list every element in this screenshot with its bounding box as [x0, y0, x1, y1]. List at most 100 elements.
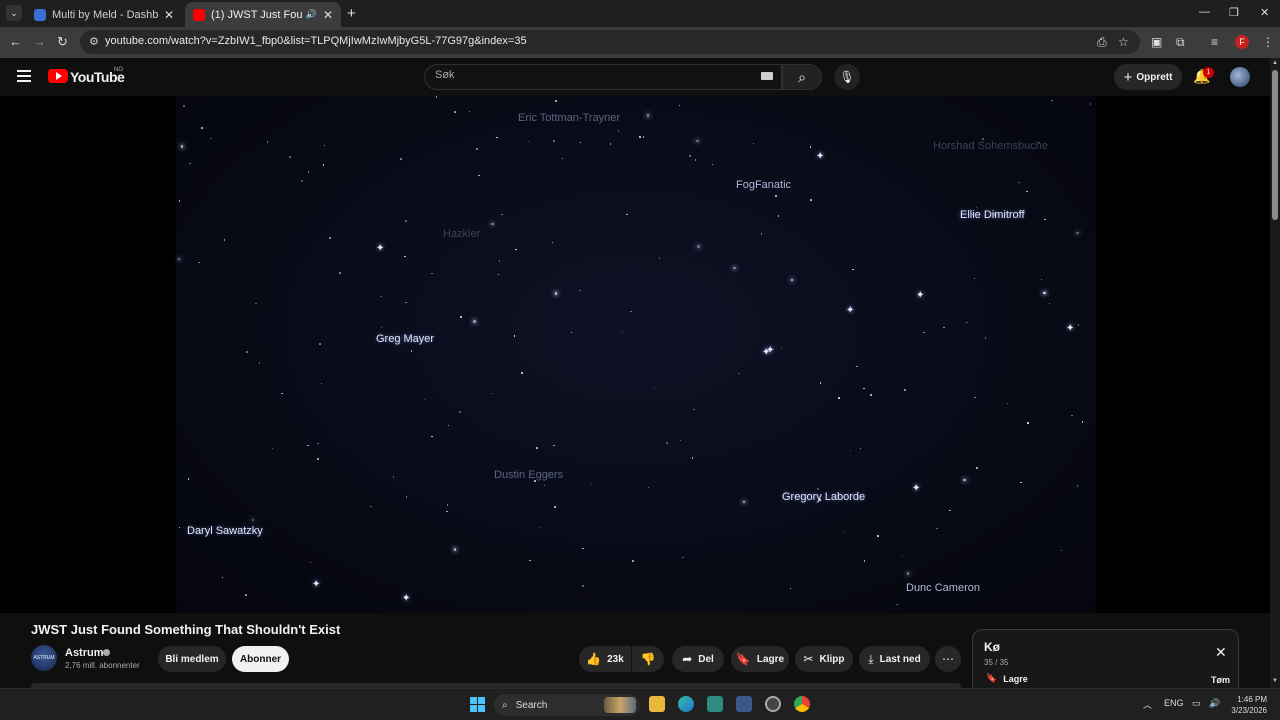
star — [1040, 278, 1043, 281]
clock-date: 3/23/2026 — [1231, 706, 1267, 715]
taskbar-search[interactable]: ⌕ Search — [494, 694, 640, 716]
star — [870, 394, 872, 396]
video-frame-starfield[interactable]: Eric Tottman-Trayner Horshad Sohemsbuche… — [176, 96, 1096, 613]
search-button[interactable]: ⌕ — [782, 64, 822, 90]
volume-icon[interactable]: 🔊 — [1209, 698, 1220, 709]
minimize-icon[interactable]: — — [1199, 6, 1210, 18]
edge-browser-icon[interactable] — [678, 696, 694, 712]
address-bar[interactable]: ⚙ youtube.com/watch?v=ZzbIW1_fbp0&list=T… — [80, 30, 1140, 54]
queue-clear-button[interactable]: Tøm — [1211, 675, 1230, 685]
media-control-icon[interactable]: ≡ — [1211, 35, 1218, 49]
search-icon: ⌕ — [502, 699, 508, 711]
clip-button[interactable]: ✂ Klipp — [795, 646, 853, 672]
overlay-name: Eric Tottman-Trayner — [518, 112, 621, 124]
star — [460, 316, 462, 318]
app-icon[interactable] — [736, 696, 752, 712]
star — [1071, 414, 1073, 417]
scrollbar-thumb[interactable] — [1272, 70, 1278, 220]
extensions-puzzle-icon[interactable]: ⧉ — [1176, 35, 1185, 50]
page-scrollbar[interactable]: ▲ ▼ — [1270, 58, 1280, 688]
channel-name[interactable]: Astrum — [65, 647, 104, 659]
channel-avatar[interactable]: ASTRUM — [31, 645, 57, 671]
keyboard-icon[interactable] — [761, 72, 773, 80]
share-button[interactable]: ➦ Del — [672, 646, 724, 672]
restore-icon[interactable]: ❐ — [1229, 6, 1239, 19]
scissors-icon: ✂ — [803, 652, 814, 666]
clip-label: Klipp — [819, 653, 845, 665]
thumbs-down-icon: 👎 — [640, 652, 656, 666]
windows-taskbar: ⌕ Search ︿ ENG ▭ 🔊 1:46 PM 3/23/2026 — [0, 688, 1280, 720]
install-app-icon[interactable]: ⎙ — [1097, 35, 1107, 50]
star — [497, 273, 500, 276]
bright-star-sparkle: ✦ — [1066, 323, 1075, 334]
region-code: NO — [114, 67, 123, 73]
star — [266, 141, 269, 143]
thumbs-up-icon: 👍 — [586, 652, 602, 666]
close-window-icon[interactable]: ✕ — [1260, 6, 1269, 19]
queue-save-button[interactable]: 🔖 Lagre — [986, 673, 1028, 684]
star — [1020, 481, 1022, 484]
hamburger-menu-icon[interactable] — [17, 70, 31, 85]
profile-avatar[interactable]: F — [1235, 35, 1249, 49]
star — [459, 411, 461, 413]
star — [863, 560, 866, 562]
new-tab-icon[interactable]: + — [347, 5, 356, 22]
close-tab-icon[interactable]: ✕ — [323, 8, 333, 22]
create-button[interactable]: + Opprett — [1114, 64, 1182, 90]
join-button[interactable]: Bli medlem — [158, 646, 226, 672]
close-queue-icon[interactable]: ✕ — [1215, 644, 1227, 661]
bright-star-sparkle: ✦ — [766, 345, 775, 356]
tab-search-icon[interactable]: ⌄ — [6, 5, 22, 21]
taskbar-clock[interactable]: 1:46 PM 3/23/2026 — [1227, 694, 1267, 716]
scroll-up-icon[interactable]: ▲ — [1272, 60, 1278, 66]
tray-overflow-icon[interactable]: ︿ — [1143, 698, 1152, 711]
tab-youtube-video[interactable]: (1) JWST Just Found Somethi 🔊 ✕ — [185, 2, 341, 27]
reload-icon[interactable]: ↻ — [57, 34, 68, 50]
file-explorer-icon[interactable] — [649, 696, 665, 712]
app-icon[interactable] — [707, 696, 723, 712]
bright-star-sparkle: ✦ — [816, 151, 825, 162]
tab-multi-by-meld[interactable]: Multi by Meld - Dashboard. ✕ — [26, 2, 182, 27]
chrome-browser-icon[interactable] — [794, 696, 810, 712]
microphone-icon: 🎙 — [839, 70, 855, 84]
voice-search-button[interactable]: 🎙 — [834, 64, 860, 90]
star — [431, 435, 433, 438]
browser-tab-strip: ⌄ Multi by Meld - Dashboard. ✕ (1) JWST … — [0, 0, 1280, 27]
overlay-name: FogFanatic — [736, 179, 792, 191]
star — [289, 156, 291, 158]
star — [490, 392, 493, 395]
dislike-button[interactable]: 👎 — [632, 646, 664, 672]
chrome-menu-icon[interactable]: ⋮ — [1262, 35, 1274, 49]
bright-star-sparkle: ✦ — [376, 243, 385, 254]
star — [626, 213, 628, 216]
share-label: Del — [698, 653, 714, 665]
subscribe-button[interactable]: Abonner — [232, 646, 289, 672]
back-icon[interactable]: ← — [9, 34, 22, 49]
app-icon[interactable] — [765, 696, 781, 712]
like-button[interactable]: 👍 23k — [579, 646, 631, 672]
star — [621, 330, 624, 333]
extension-icon[interactable]: ▣ — [1151, 35, 1162, 49]
youtube-logo-icon[interactable] — [48, 69, 68, 83]
site-info-icon[interactable]: ⚙ — [89, 35, 99, 48]
account-avatar[interactable] — [1230, 67, 1250, 87]
star — [271, 447, 274, 450]
bookmark-star-icon[interactable]: ☆ — [1118, 35, 1129, 49]
star — [976, 467, 978, 469]
scroll-down-icon[interactable]: ▼ — [1272, 678, 1278, 684]
clock-time: 1:46 PM — [1237, 695, 1267, 704]
more-actions-icon[interactable]: ⋯ — [935, 646, 961, 672]
save-button[interactable]: 🔖 Lagre — [731, 646, 789, 672]
windows-start-icon[interactable] — [470, 697, 485, 712]
speaker-icon[interactable]: 🔊 — [306, 9, 317, 20]
download-button[interactable]: ⤓ Last ned — [859, 646, 930, 672]
video-player[interactable]: Eric Tottman-Trayner Horshad Sohemsbuche… — [0, 96, 1270, 613]
star — [447, 424, 450, 427]
forward-icon[interactable]: → — [33, 34, 46, 49]
search-input[interactable] — [435, 69, 755, 81]
star — [404, 255, 406, 257]
star — [1089, 103, 1092, 105]
network-icon[interactable]: ▭ — [1192, 698, 1201, 709]
language-indicator[interactable]: ENG — [1164, 698, 1184, 708]
close-tab-icon[interactable]: ✕ — [164, 8, 174, 22]
